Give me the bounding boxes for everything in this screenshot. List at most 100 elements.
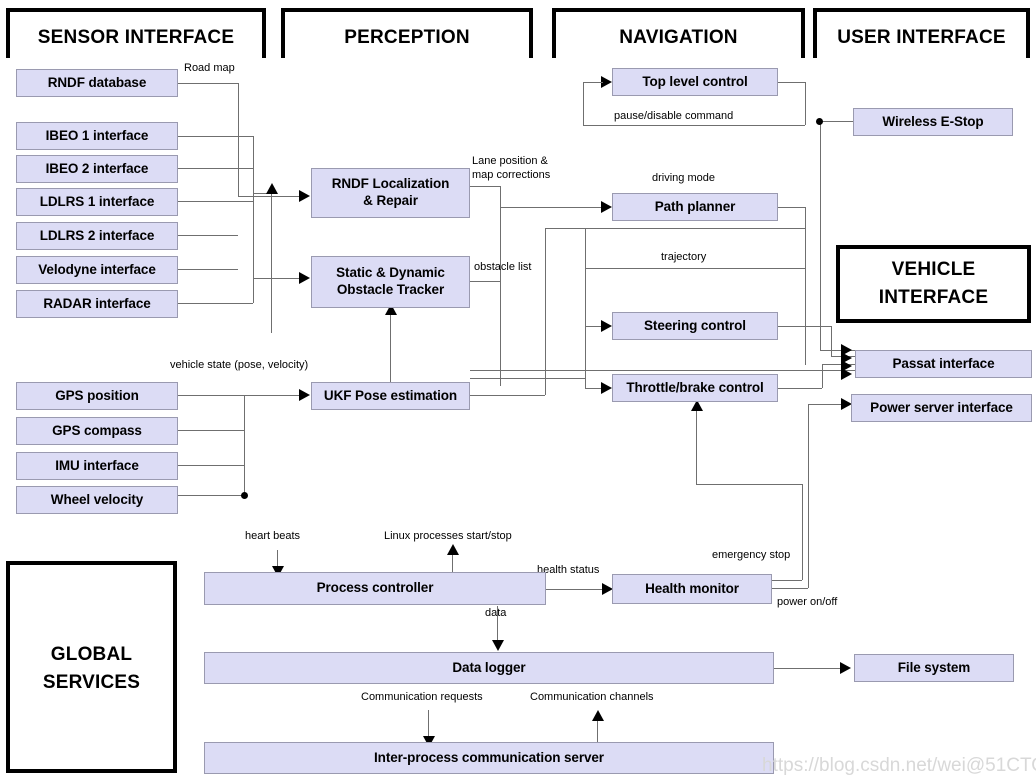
junction-dot-estop bbox=[816, 118, 823, 125]
arrow-into-file-system bbox=[840, 662, 851, 674]
arrow-into-data-logger-up bbox=[592, 710, 604, 721]
architecture-diagram: SENSOR INTERFACE PERCEPTION NAVIGATION U… bbox=[0, 0, 1036, 783]
edge-label-communication-requests: Communication requests bbox=[361, 691, 483, 703]
node-ldlrs-1-interface[interactable]: LDLRS 1 interface bbox=[16, 188, 178, 216]
node-velodyne-interface[interactable]: Velodyne interface bbox=[16, 256, 178, 284]
section-title-user-interface: USER INTERFACE bbox=[837, 27, 1006, 48]
lane-position-line1: Lane position & bbox=[472, 155, 548, 167]
edge-rndf-db-down bbox=[238, 83, 239, 196]
arrow-into-ukf-pose bbox=[299, 389, 310, 401]
edge-estop-in bbox=[820, 121, 853, 122]
edge-toplevel-out bbox=[778, 82, 805, 83]
node-health-monitor[interactable]: Health monitor bbox=[612, 574, 772, 604]
node-power-server-interface[interactable]: Power server interface bbox=[851, 394, 1032, 422]
section-title-vehicle-interface: VEHICLE INTERFACE bbox=[836, 256, 1031, 311]
edge-label-road-map: Road map bbox=[184, 62, 235, 74]
edge-gps-position-out bbox=[178, 395, 244, 396]
arrow-into-localization-up bbox=[266, 183, 278, 194]
section-title-global-services: GLOBAL SERVICES bbox=[6, 641, 177, 696]
edge-linux-processes bbox=[452, 552, 453, 572]
edge-datalogger-to-filesystem bbox=[774, 668, 842, 669]
section-title-sensor-interface: SENSOR INTERFACE bbox=[37, 27, 235, 48]
node-path-planner[interactable]: Path planner bbox=[612, 193, 778, 221]
edge-perception-bus-bottom bbox=[470, 370, 500, 371]
edge-ibeo2-out bbox=[178, 168, 253, 169]
edge-throttle-out bbox=[778, 388, 822, 389]
edge-rndf-db-out bbox=[178, 83, 238, 84]
node-ibeo-2-interface[interactable]: IBEO 2 interface bbox=[16, 155, 178, 183]
global-services-line2: SERVICES bbox=[42, 671, 141, 693]
edge-ukf-out-right2 bbox=[470, 378, 585, 379]
node-gps-compass[interactable]: GPS compass bbox=[16, 417, 178, 445]
edge-label-driving-mode: driving mode bbox=[652, 172, 715, 184]
arrow-into-obstacle-tracker bbox=[299, 272, 310, 284]
edge-into-obstacle-tracker bbox=[253, 278, 302, 279]
arrow-into-data-logger bbox=[492, 640, 504, 651]
edge-toplevel-right-down bbox=[805, 82, 806, 125]
edge-label-heart-beats: heart beats bbox=[245, 530, 301, 542]
node-obstacle-tracker[interactable]: Static & Dynamic Obstacle Tracker bbox=[311, 256, 470, 308]
edge-ldlrs2-out bbox=[178, 235, 238, 236]
node-passat-interface[interactable]: Passat interface bbox=[855, 350, 1032, 378]
node-radar-interface[interactable]: RADAR interface bbox=[16, 290, 178, 318]
rndf-localization-line1: RNDF Localization bbox=[331, 176, 450, 192]
edge-ukf-bus-into-navigation bbox=[545, 228, 585, 229]
node-file-system[interactable]: File system bbox=[854, 654, 1014, 682]
edge-emergency-up bbox=[802, 484, 803, 580]
edge-steering-out bbox=[778, 326, 831, 327]
edge-ukf-to-tracker-up bbox=[390, 312, 391, 382]
edge-label-obstacle-list: obstacle list bbox=[474, 261, 532, 273]
edge-trajectory-top bbox=[585, 228, 805, 229]
node-top-level-control[interactable]: Top level control bbox=[612, 68, 778, 96]
edge-localization-out bbox=[470, 186, 500, 187]
global-services-line1: GLOBAL bbox=[50, 644, 133, 665]
node-ukf-pose-estimation[interactable]: UKF Pose estimation bbox=[311, 382, 470, 410]
edge-perception-bus bbox=[500, 186, 501, 386]
edge-pause-disable-line bbox=[583, 125, 805, 126]
edge-obstacle-list-out bbox=[470, 281, 500, 282]
node-imu-interface[interactable]: IMU interface bbox=[16, 452, 178, 480]
edge-long-to-passat bbox=[500, 370, 855, 371]
arrow-into-passat-4 bbox=[841, 368, 852, 380]
edge-pose-bus-into-ukf bbox=[244, 395, 302, 396]
edge-velodyne-out bbox=[178, 269, 238, 270]
node-process-controller[interactable]: Process controller bbox=[204, 572, 546, 605]
edge-wheel-velocity-out bbox=[178, 495, 244, 496]
obstacle-tracker-line2: Obstacle Tracker bbox=[336, 282, 445, 297]
node-steering-control[interactable]: Steering control bbox=[612, 312, 778, 340]
section-title-navigation: NAVIGATION bbox=[619, 27, 738, 48]
edge-imu-out bbox=[178, 465, 244, 466]
edge-label-linux-processes: Linux processes start/stop bbox=[384, 530, 512, 542]
edge-pause-disable-up bbox=[583, 82, 584, 125]
arrow-into-throttle-control bbox=[601, 382, 612, 394]
edge-control-bus-vertical bbox=[585, 228, 586, 388]
node-wheel-velocity[interactable]: Wheel velocity bbox=[16, 486, 178, 514]
edge-perception-bus-to-pathplanner bbox=[500, 207, 603, 208]
edge-roadmap-into-localization bbox=[238, 196, 302, 197]
lane-position-line2: map corrections bbox=[472, 168, 551, 181]
node-rndf-localization-repair[interactable]: RNDF Localization & Repair bbox=[311, 168, 470, 218]
node-rndf-database[interactable]: RNDF database bbox=[16, 69, 178, 97]
arrow-linux-processes-up bbox=[447, 544, 459, 555]
edge-pose-sensor-bus bbox=[244, 395, 245, 495]
edge-nav-right-bus bbox=[805, 207, 806, 365]
node-throttle-brake-control[interactable]: Throttle/brake control bbox=[612, 374, 778, 402]
watermark-text: https://blog.csdn.net/wei@51CTO博客 bbox=[762, 755, 1036, 776]
node-gps-position[interactable]: GPS position bbox=[16, 382, 178, 410]
edge-sensor-bus-to-localization bbox=[271, 193, 272, 333]
edge-label-pause-disable: pause/disable command bbox=[614, 110, 734, 122]
edge-ibeo1-out bbox=[178, 136, 253, 137]
edge-pathplanner-out bbox=[778, 207, 805, 208]
edge-label-communication-channels: Communication channels bbox=[530, 691, 654, 703]
edge-throttle-up bbox=[822, 364, 823, 388]
node-ibeo-1-interface[interactable]: IBEO 1 interface bbox=[16, 122, 178, 150]
node-wireless-estop[interactable]: Wireless E-Stop bbox=[853, 108, 1013, 136]
edge-label-data: data bbox=[485, 607, 507, 619]
edge-ldlrs1-out bbox=[178, 201, 253, 202]
junction-dot-wheel-velocity bbox=[241, 492, 248, 499]
node-ipc-server[interactable]: Inter-process communication server bbox=[204, 742, 774, 774]
edge-label-power-on-off: power on/off bbox=[777, 596, 838, 608]
edge-radar-out bbox=[178, 303, 253, 304]
node-ldlrs-2-interface[interactable]: LDLRS 2 interface bbox=[16, 222, 178, 250]
node-data-logger[interactable]: Data logger bbox=[204, 652, 774, 684]
